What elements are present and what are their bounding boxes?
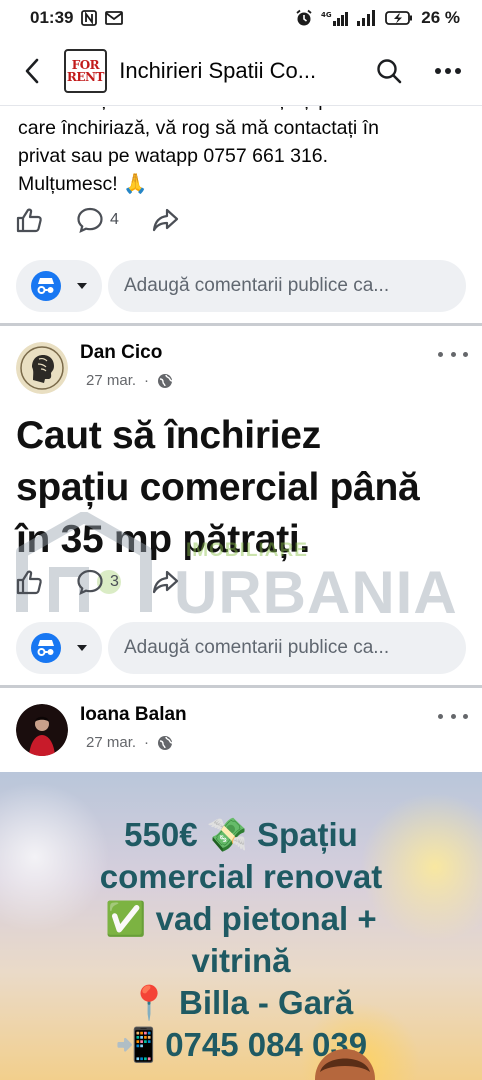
post-more-button[interactable] [438,346,468,362]
comment-count: 3 [110,573,119,590]
post-more-button[interactable] [438,708,468,724]
share-icon [152,570,179,594]
gmail-icon [105,11,124,25]
like-button[interactable] [16,569,44,595]
globe-icon [158,735,173,750]
post-author[interactable]: Dan Cico [80,342,162,364]
status-bar: 01:39 4G 26 % [0,0,482,36]
post-date[interactable]: 27 mar. [86,372,136,389]
post-meta: 27 mar. · [86,734,173,751]
identity-selector[interactable] [16,260,102,312]
back-arrow-icon [25,58,39,83]
post2-actions: 3 [16,568,179,596]
post2-comment-row: Adaugă comentarii publice ca... [16,622,466,674]
battery-level: 26 % [421,8,460,27]
comment-button[interactable]: 3 [76,568,119,596]
comment-button[interactable]: 4 [76,206,119,234]
post-date[interactable]: 27 mar. [86,734,136,751]
comment-count: 4 [110,211,119,228]
app-header: FOR RENT Inchirieri Spatii Co... [0,36,482,106]
globe-icon [158,373,173,388]
like-button[interactable] [16,207,44,233]
caret-down-icon [77,645,87,651]
post2-header: Dan Cico 27 mar. · [16,342,468,398]
more-icon [435,67,462,74]
like-icon [16,570,42,595]
post3-image[interactable]: 550€ 💸 Spațiu comercial renovat ✅ vad pi… [0,772,482,1080]
nfc-icon [81,10,98,26]
battery-charging-icon [385,10,413,26]
avatar[interactable] [16,342,68,394]
anonymous-identity-icon [31,633,61,663]
group-title[interactable]: Inchirieri Spatii Co... [119,58,349,84]
post3-header: Ioana Balan 27 mar. · [16,704,468,760]
search-button[interactable] [369,51,409,91]
watermark-big-text: URBANIA [174,559,458,626]
signal-4g-icon: 4G [321,10,349,26]
identity-selector[interactable] [16,622,102,674]
share-button[interactable] [151,207,179,233]
post-separator [0,685,482,688]
promo-text: 550€ 💸 Spațiu comercial renovat ✅ vad pi… [99,816,383,1063]
anonymous-identity-icon [31,271,61,301]
svg-text:4G: 4G [321,11,332,19]
comment-icon [77,207,103,233]
post-meta: 27 mar. · [86,372,173,389]
header-more-button[interactable] [428,51,468,91]
post1-actions: 4 [16,206,179,234]
share-icon [152,208,179,232]
comment-input[interactable]: Adaugă comentarii publice ca... [108,622,466,674]
back-button[interactable] [14,51,50,91]
group-logo[interactable]: FOR RENT [63,48,108,93]
comment-icon [77,569,103,595]
post-separator [0,323,482,326]
search-icon [376,58,401,83]
cartoon-figure-decoration [315,1049,375,1080]
share-button[interactable] [151,569,179,595]
post1-comment-row: Adaugă comentarii publice ca... [16,260,466,312]
like-icon [16,208,42,233]
post-author[interactable]: Ioana Balan [80,704,187,726]
caret-down-icon [77,283,87,289]
post2-big-text: Caut să închiriez spațiu comercial până … [16,414,420,561]
avatar[interactable] [16,704,68,756]
comment-input[interactable]: Adaugă comentarii publice ca... [108,260,466,312]
signal-icon [357,10,377,26]
alarm-icon [295,9,313,27]
status-time: 01:39 [30,8,74,27]
